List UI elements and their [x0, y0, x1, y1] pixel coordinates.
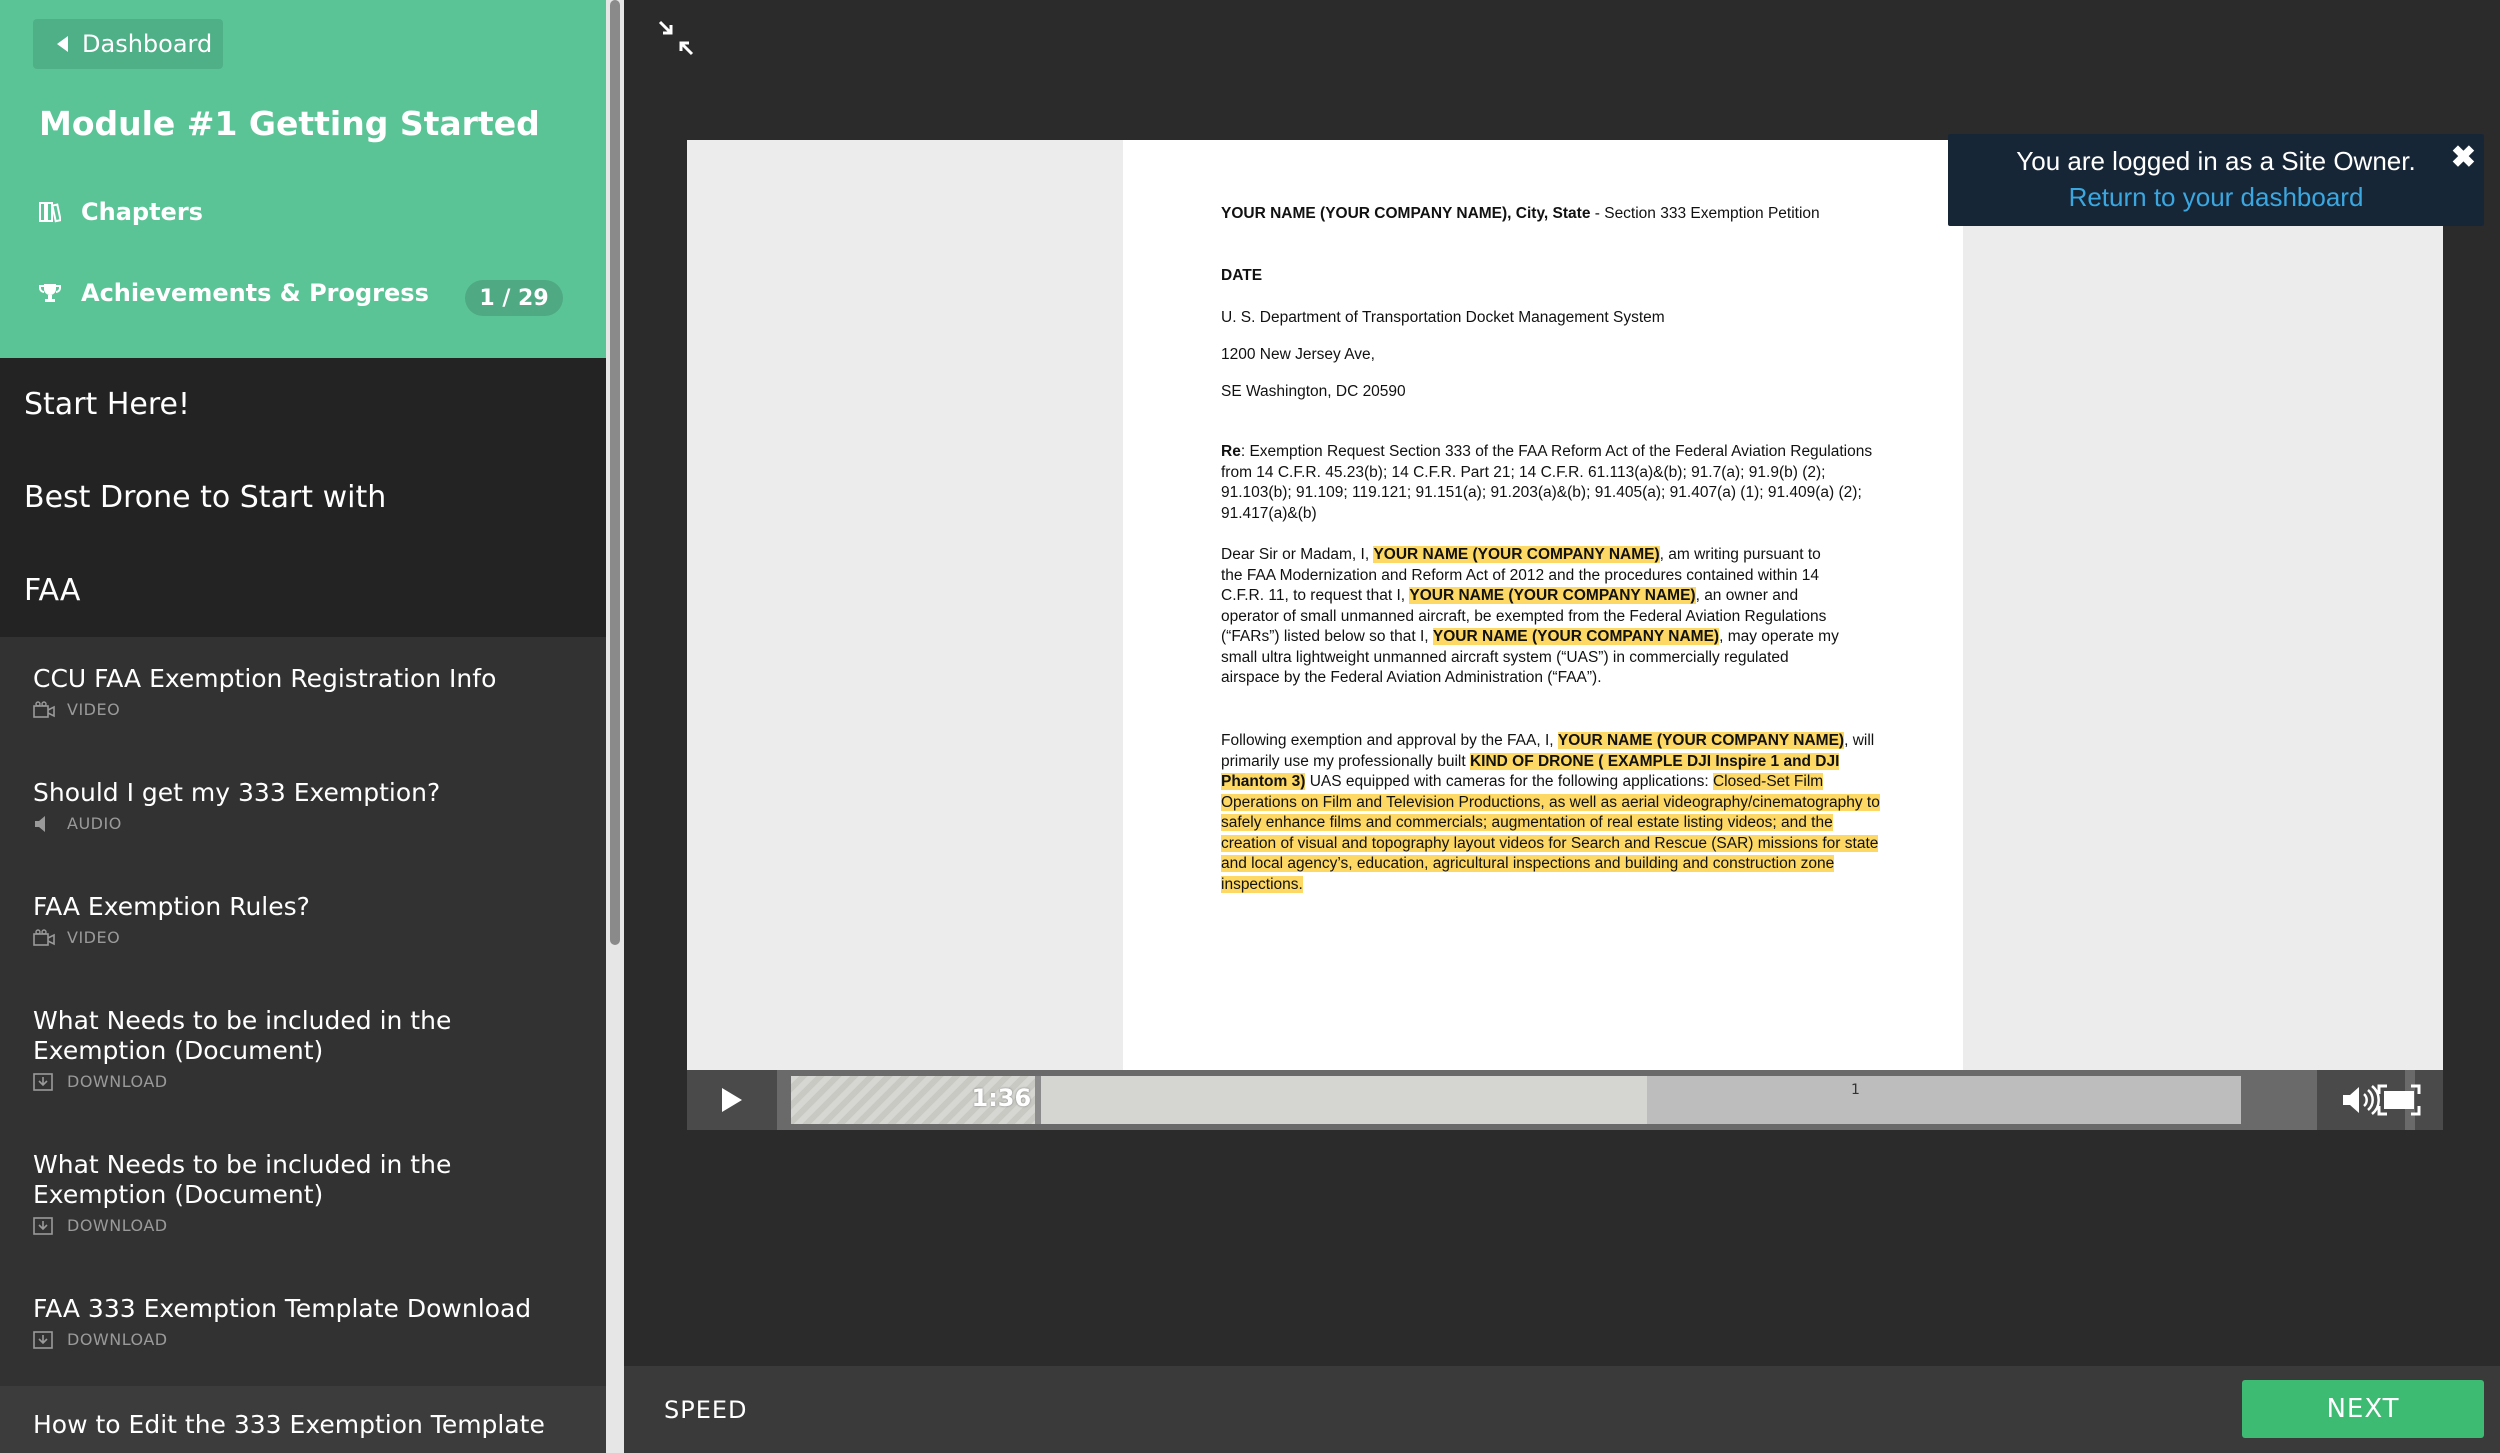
doc-re: Re: Exemption Request Section 333 of the…: [1221, 442, 1881, 524]
doc-date: DATE: [1221, 267, 1263, 284]
lesson-item[interactable]: Should I get my 333 Exemption? AUDIO: [33, 778, 593, 833]
download-icon: [33, 1216, 55, 1235]
lesson-item[interactable]: FAA Exemption Rules? VIDEO: [33, 892, 593, 947]
doc-highlight: Closed-Set Film Operations on Film and T…: [1221, 773, 1880, 893]
doc-highlight: YOUR NAME (YOUR COMPANY NAME): [1409, 587, 1696, 604]
chapter-best-drone[interactable]: Best Drone to Start with: [0, 451, 606, 544]
play-button[interactable]: [687, 1070, 777, 1130]
chapter-start-here[interactable]: Start Here!: [0, 358, 606, 451]
site-owner-toast: You are logged in as a Site Owner. Retur…: [1948, 134, 2484, 226]
doc-re-label: Re: [1221, 443, 1241, 460]
chapter-label: Best Drone to Start with: [24, 480, 387, 515]
lesson-kind: VIDEO: [67, 928, 121, 947]
lesson-kind: VIDEO: [67, 700, 121, 719]
player-controls: 1:36 1: [687, 1070, 2443, 1130]
player-footer: SPEED NEXT: [624, 1366, 2500, 1453]
return-dashboard-link[interactable]: Return to your dashboard: [1948, 182, 2484, 213]
doc-header: YOUR NAME (YOUR COMPANY NAME), City, Sta…: [1221, 204, 1881, 225]
achievements-link[interactable]: Achievements & Progress: [39, 279, 429, 307]
download-icon: [33, 1072, 55, 1091]
doc-highlight: YOUR NAME (YOUR COMPANY NAME): [1432, 628, 1720, 645]
doc-text: UAS equipped with cameras for the follow…: [1305, 773, 1713, 790]
video-icon: [33, 700, 55, 719]
chapters-link[interactable]: Chapters: [39, 198, 203, 226]
doc-address-line: SE Washington, DC 20590: [1221, 383, 1406, 400]
sidebar-scrollbar[interactable]: [606, 0, 624, 1453]
timeline-marker[interactable]: 1: [1851, 1082, 1860, 1098]
lesson-list: CCU FAA Exemption Registration Info VIDE…: [0, 637, 606, 1453]
lesson-item[interactable]: What Needs to be included in the Exempti…: [33, 1006, 473, 1091]
trophy-icon: [39, 282, 61, 304]
exit-fullscreen-icon[interactable]: [656, 18, 696, 58]
lesson-kind: DOWNLOAD: [67, 1072, 168, 1091]
lesson-kind: DOWNLOAD: [67, 1330, 168, 1349]
dashboard-label: Dashboard: [82, 30, 213, 58]
chapter-label: FAA: [24, 573, 81, 608]
doc-header-bold: YOUR NAME (YOUR COMPANY NAME), City, Sta…: [1221, 205, 1591, 222]
lesson-title: CCU FAA Exemption Registration Info: [33, 664, 497, 693]
lesson-item[interactable]: FAA 333 Exemption Template Download DOWN…: [33, 1294, 593, 1349]
doc-header-rest: - Section 333 Exemption Petition: [1590, 205, 1820, 222]
sidebar: Dashboard Module #1 Getting Started Chap…: [0, 0, 606, 1453]
close-icon[interactable]: ✖: [2451, 140, 2476, 175]
video-player[interactable]: YOUR NAME (YOUR COMPANY NAME), City, Sta…: [687, 140, 2443, 1130]
chapters-label: Chapters: [81, 198, 203, 226]
lesson-kind: AUDIO: [67, 814, 122, 833]
current-time: 1:36: [971, 1084, 1032, 1112]
timeline-handle[interactable]: [1034, 1076, 1041, 1124]
lesson-kind: DOWNLOAD: [67, 1216, 168, 1235]
achievements-label: Achievements & Progress: [81, 279, 429, 307]
toast-message: You are logged in as a Site Owner.: [2016, 146, 2416, 176]
speed-button[interactable]: SPEED: [664, 1396, 748, 1424]
lesson-title: Should I get my 333 Exemption?: [33, 778, 441, 807]
play-icon: [722, 1088, 742, 1112]
lesson-item[interactable]: What Needs to be included in the Exempti…: [33, 1150, 473, 1235]
lesson-title: FAA 333 Exemption Template Download: [33, 1294, 532, 1323]
doc-address-line: 1200 New Jersey Ave,: [1221, 346, 1375, 363]
doc-paragraph-2: Following exemption and approval by the …: [1221, 731, 1881, 895]
fullscreen-button[interactable]: [2355, 1070, 2443, 1130]
book-icon: [39, 201, 62, 223]
back-arrow-icon: [57, 36, 68, 52]
fullscreen-icon: [2377, 1084, 2421, 1116]
download-icon: [33, 1330, 55, 1349]
sidebar-header: Dashboard Module #1 Getting Started Chap…: [0, 0, 606, 358]
doc-text: Dear Sir or Madam, I,: [1221, 546, 1374, 563]
doc-highlight: YOUR NAME (YOUR COMPANY NAME): [1373, 546, 1660, 563]
scrollbar-thumb[interactable]: [610, 0, 620, 945]
lesson-title: How to Edit the 333 Exemption Template: [33, 1410, 545, 1439]
lesson-item[interactable]: CCU FAA Exemption Registration Info VIDE…: [33, 664, 593, 719]
lesson-title: FAA Exemption Rules?: [33, 892, 310, 921]
audio-icon: [33, 815, 55, 833]
dashboard-button[interactable]: Dashboard: [33, 19, 223, 69]
lesson-title: What Needs to be included in the Exempti…: [33, 1150, 452, 1209]
document-page: YOUR NAME (YOUR COMPANY NAME), City, Sta…: [1123, 140, 1963, 1070]
chapter-faa[interactable]: FAA: [0, 544, 606, 637]
timeline-scrubber[interactable]: 1:36 1: [791, 1076, 2241, 1124]
doc-address-line: U. S. Department of Transportation Docke…: [1221, 309, 1665, 326]
doc-highlight: YOUR NAME (YOUR COMPANY NAME): [1557, 732, 1845, 749]
lesson-item-current[interactable]: How to Edit the 333 Exemption Template: [0, 1386, 606, 1453]
doc-text: Following exemption and approval by the …: [1221, 732, 1558, 749]
progress-badge: 1 / 29: [465, 280, 563, 316]
video-icon: [33, 928, 55, 947]
doc-paragraph-1: Dear Sir or Madam, I, YOUR NAME (YOUR CO…: [1221, 545, 1841, 689]
lesson-title: What Needs to be included in the Exempti…: [33, 1006, 452, 1065]
chapter-label: Start Here!: [24, 387, 190, 422]
module-title: Module #1 Getting Started: [39, 104, 540, 143]
next-button[interactable]: NEXT: [2242, 1380, 2484, 1438]
doc-re-text: : Exemption Request Section 333 of the F…: [1221, 443, 1873, 522]
